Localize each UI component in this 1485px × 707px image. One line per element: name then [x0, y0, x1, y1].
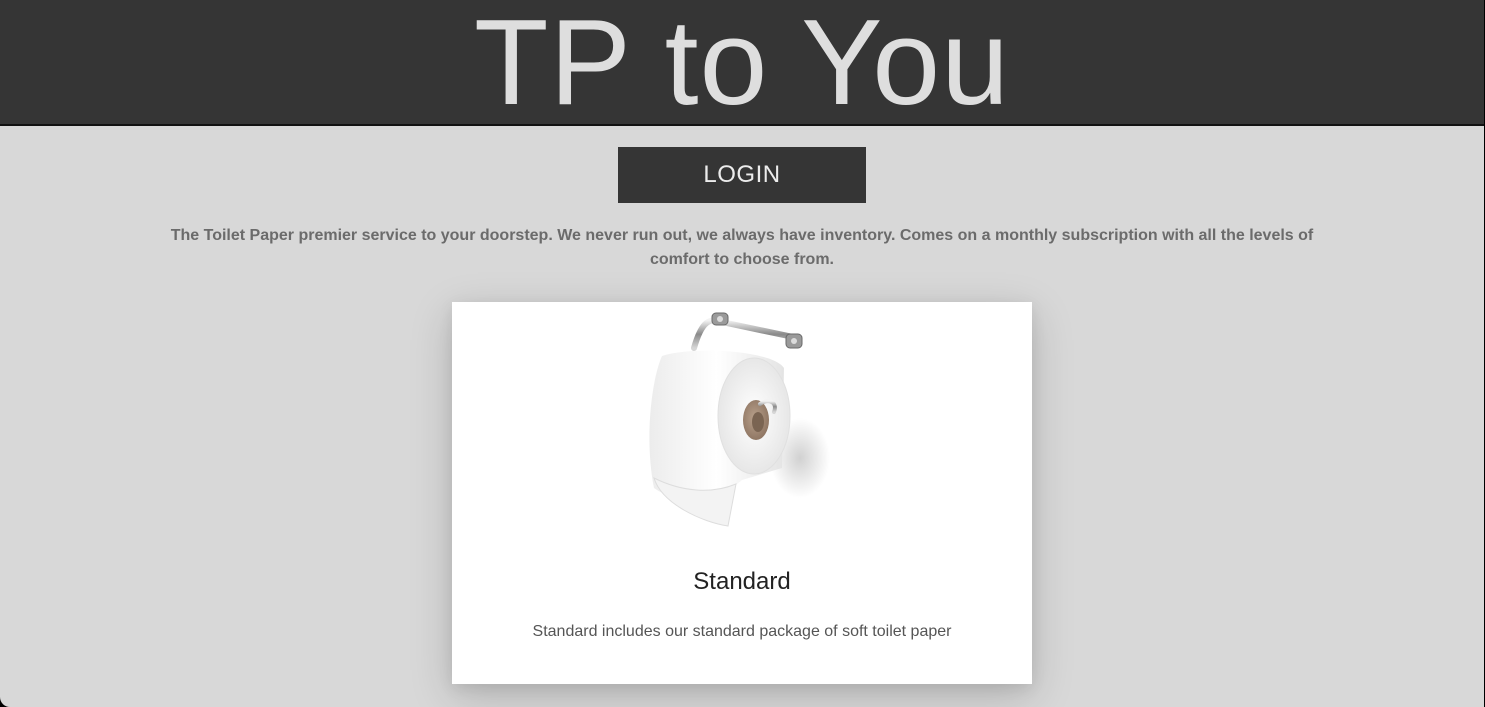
product-description: Standard includes our standard package o…: [532, 623, 952, 640]
toilet-paper-roll-icon: [649, 312, 830, 527]
site-header: TP to You: [0, 0, 1484, 126]
product-title: Standard: [693, 568, 791, 595]
login-button[interactable]: LOGIN: [618, 147, 866, 203]
tagline: The Toilet Paper premier service to your…: [170, 227, 1314, 268]
site-title: TP to You: [474, 0, 1010, 130]
page: TP to You LOGIN The Toilet Paper premier…: [0, 0, 1484, 707]
product-card-standard[interactable]: Standard Standard includes our standard …: [452, 302, 1032, 684]
